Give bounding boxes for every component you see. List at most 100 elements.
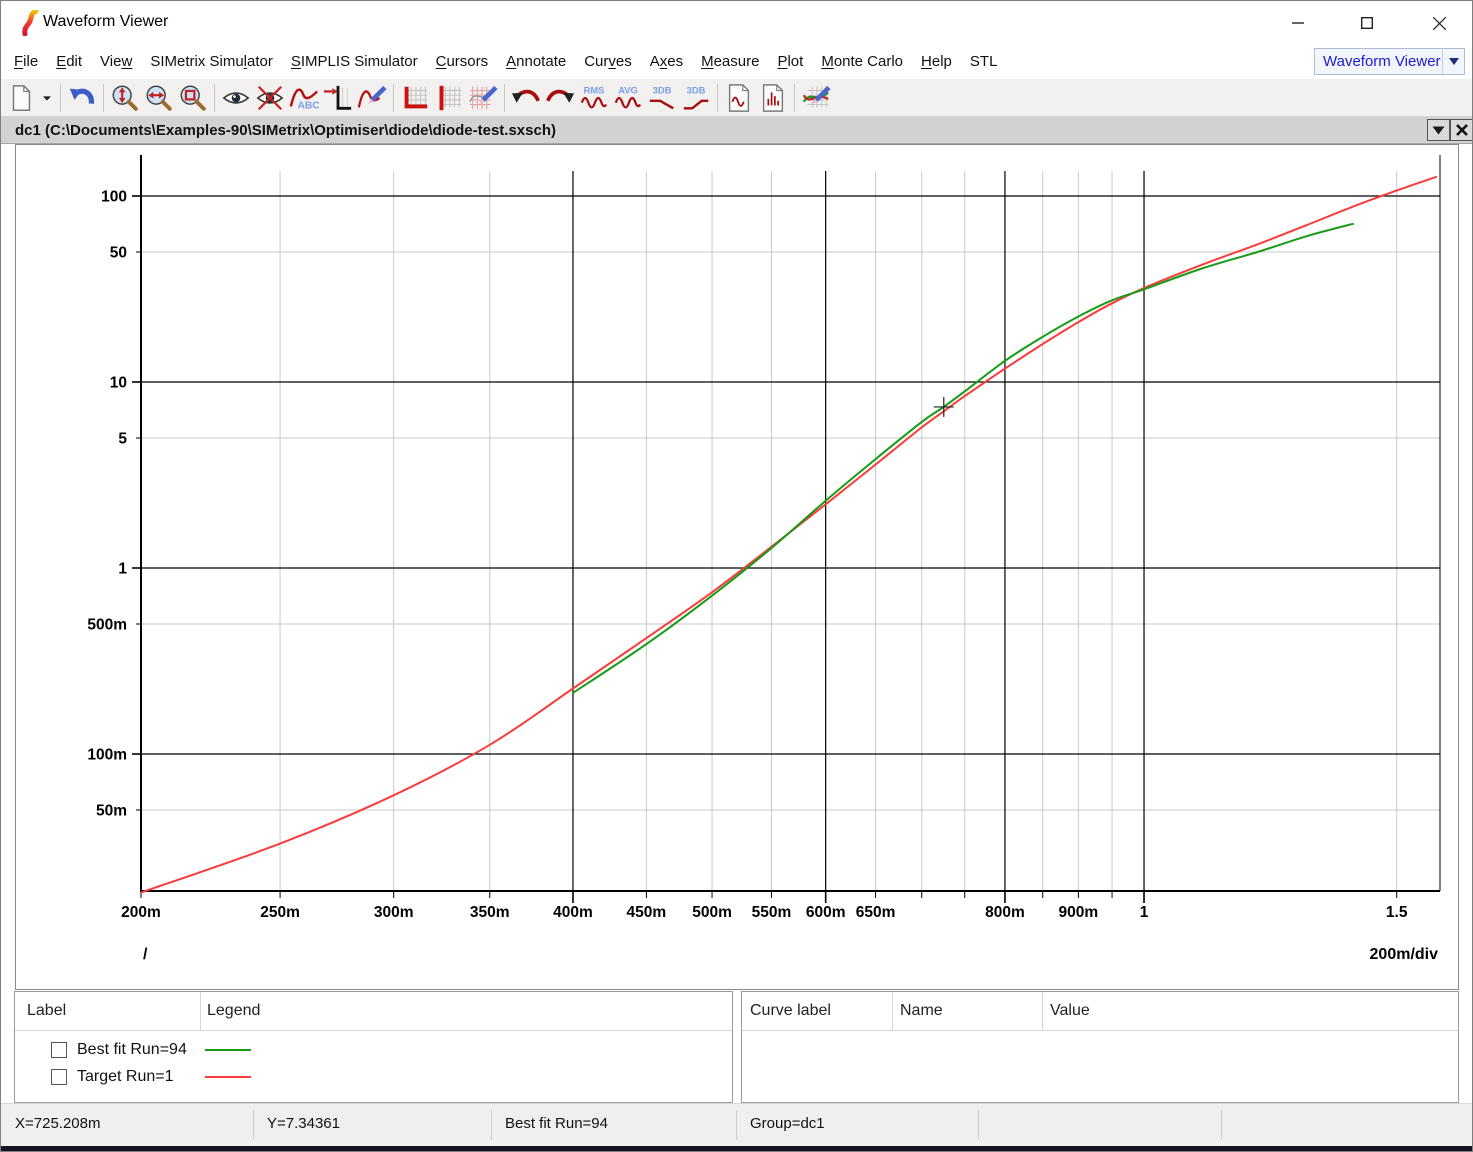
- zoom-x-fit-button[interactable]: [142, 81, 176, 115]
- minimize-button[interactable]: [1283, 9, 1313, 37]
- toolbar: ABC RMS AVG 3DB3DB: [1, 79, 1472, 117]
- axes-toggle-button[interactable]: [398, 81, 432, 115]
- x-tick-label: 600m: [806, 904, 846, 921]
- maximize-button[interactable]: [1352, 9, 1382, 37]
- curve-visible-checkbox[interactable]: [51, 1042, 67, 1058]
- menu-stl[interactable]: STL: [961, 45, 1007, 79]
- graph-tab-bar: dc1 (C:\Documents\Examples-90\SIMetrix\O…: [1, 117, 1472, 144]
- svg-text:RMS: RMS: [584, 85, 605, 95]
- menu-annotate[interactable]: Annotate: [497, 45, 575, 79]
- move-axis-button[interactable]: [321, 81, 355, 115]
- annotate-label-button[interactable]: ABC: [287, 81, 321, 115]
- svg-text:AVG: AVG: [618, 85, 638, 95]
- curve-label[interactable]: Best fit Run=94: [77, 1041, 187, 1059]
- vertical-axis-button[interactable]: [432, 81, 466, 115]
- statusbar-field: Group=dc1: [750, 1115, 825, 1132]
- plot-waveform-button[interactable]: [722, 81, 756, 115]
- show-curve-button[interactable]: [219, 81, 253, 115]
- toolbar-separator: [214, 84, 215, 112]
- statusbar-divider: [253, 1110, 254, 1140]
- values-col-name: Name: [900, 992, 943, 1030]
- y-tick-label: 100: [101, 189, 127, 206]
- zoom-x-fit-icon: [144, 83, 174, 113]
- menu-plot[interactable]: Plot: [768, 45, 812, 79]
- move-axis-icon: [323, 83, 353, 113]
- menu-axes[interactable]: Axes: [641, 45, 692, 79]
- avg-button[interactable]: AVG: [611, 81, 645, 115]
- series-best-fit-run-94[interactable]: [573, 224, 1354, 693]
- y-axis-unit-label: /: [143, 946, 148, 963]
- curve-label[interactable]: Target Run=1: [77, 1068, 174, 1086]
- menu-monte-carlo[interactable]: Monte Carlo: [812, 45, 912, 79]
- x-tick-label: 900m: [1059, 904, 1099, 921]
- legend-panel: Label Legend Best fit Run=94Target Run=1: [14, 991, 733, 1103]
- avg-icon: AVG: [613, 83, 643, 113]
- statusbar-divider: [491, 1110, 492, 1140]
- close-button[interactable]: [1424, 9, 1454, 37]
- edit-axis-button[interactable]: [355, 81, 389, 115]
- menu-simplis-simulator[interactable]: SIMPLIS Simulator: [282, 45, 427, 79]
- edit-grid-button[interactable]: [466, 81, 500, 115]
- legend-row: Target Run=1: [15, 1063, 732, 1090]
- x-tick-label: 500m: [692, 904, 732, 921]
- x-tick-label: 550m: [752, 904, 792, 921]
- new-graph-button[interactable]: [4, 81, 38, 115]
- tab-list-button[interactable]: [1427, 119, 1450, 141]
- curve-visible-checkbox[interactable]: [51, 1069, 67, 1085]
- taskbar-sliver: [1, 1146, 1472, 1152]
- undo-button[interactable]: [65, 81, 99, 115]
- edit-curves-button[interactable]: [799, 81, 833, 115]
- 3db-low-icon: 3DB: [647, 83, 677, 113]
- menu-help[interactable]: Help: [912, 45, 961, 79]
- toolbar-separator: [504, 84, 505, 112]
- svg-text:ABC: ABC: [297, 100, 319, 111]
- series-target-run-1[interactable]: [141, 177, 1437, 893]
- toolbar-separator: [794, 84, 795, 112]
- y-tick-label: 1: [118, 561, 127, 578]
- statusbar-field: X=725.208m: [15, 1115, 100, 1132]
- curve-previous-icon: [511, 83, 541, 113]
- new-graph-arrow-button[interactable]: [38, 81, 56, 115]
- 3db-high-button[interactable]: 3DB: [679, 81, 713, 115]
- x-tick-label: 250m: [260, 904, 300, 921]
- menu-measure[interactable]: Measure: [692, 45, 768, 79]
- statusbar-divider: [978, 1110, 979, 1140]
- waveform-plot[interactable]: 200m250m300m350m400m450m500m550m600m650m…: [16, 145, 1458, 989]
- toolbar-separator: [60, 84, 61, 112]
- graph-tab[interactable]: dc1 (C:\Documents\Examples-90\SIMetrix\O…: [1, 122, 556, 139]
- window-title: Waveform Viewer: [43, 13, 168, 31]
- 3db-low-button[interactable]: 3DB: [645, 81, 679, 115]
- vertical-axis-icon: [434, 83, 464, 113]
- chevron-down-icon: [1432, 126, 1445, 135]
- viewer-mode-selector[interactable]: Waveform Viewer: [1314, 48, 1465, 75]
- hide-curve-button[interactable]: [253, 81, 287, 115]
- curve-previous-button[interactable]: [509, 81, 543, 115]
- undo-icon: [67, 83, 97, 113]
- menu-view[interactable]: View: [91, 45, 141, 79]
- zoom-box-button[interactable]: [176, 81, 210, 115]
- menu-simetrix-simulator[interactable]: SIMetrix Simulator: [141, 45, 282, 79]
- x-division-label: 200m/div: [1370, 946, 1439, 963]
- plot-spectrum-icon: [758, 83, 788, 113]
- x-tick-label: 1: [1140, 904, 1149, 921]
- plot-spectrum-button[interactable]: [756, 81, 790, 115]
- toolbar-separator: [393, 84, 394, 112]
- rms-button[interactable]: RMS: [577, 81, 611, 115]
- x-tick-label: 450m: [627, 904, 667, 921]
- menu-file[interactable]: File: [5, 45, 47, 79]
- menu-bar: FileEditViewSIMetrix SimulatorSIMPLIS Si…: [1, 45, 1472, 79]
- x-tick-label: 800m: [985, 904, 1025, 921]
- menu-curves[interactable]: Curves: [575, 45, 641, 79]
- tab-close-button[interactable]: [1450, 119, 1473, 141]
- status-bar: X=725.208mY=7.34361Best fit Run=94Group=…: [1, 1103, 1472, 1146]
- x-tick-label: 400m: [553, 904, 593, 921]
- y-tick-label: 5: [118, 430, 127, 447]
- menu-cursors[interactable]: Cursors: [427, 45, 498, 79]
- curve-next-button[interactable]: [543, 81, 577, 115]
- zoom-y-fit-button[interactable]: [108, 81, 142, 115]
- menu-edit[interactable]: Edit: [47, 45, 91, 79]
- y-tick-label: 500m: [87, 616, 127, 633]
- x-tick-label: 350m: [470, 904, 510, 921]
- new-graph-arrow-icon: [38, 83, 56, 113]
- zoom-box-icon: [178, 83, 208, 113]
